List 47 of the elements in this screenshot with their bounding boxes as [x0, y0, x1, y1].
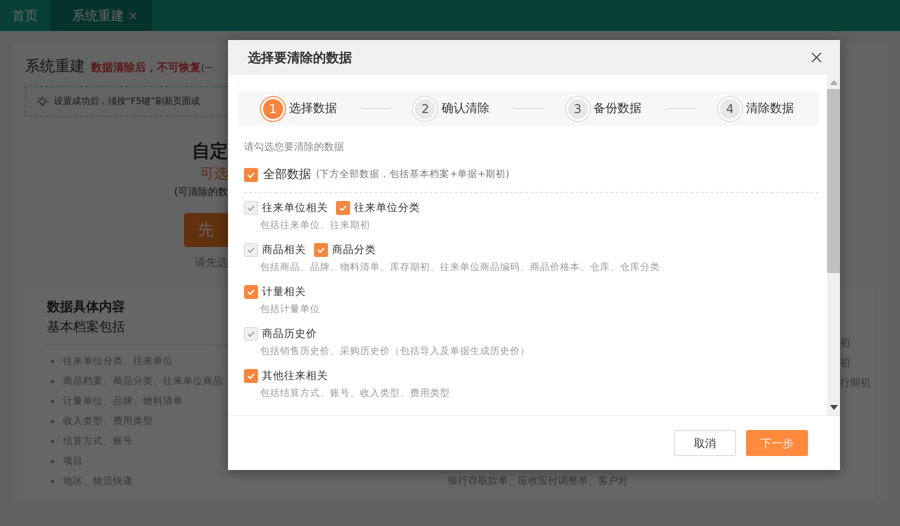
checkbox-label[interactable]: 计量相关	[262, 284, 306, 298]
option-description: 包括销售历史价、采购历史价（包括导入及单据生成历史价）	[259, 345, 531, 359]
checkbox[interactable]	[314, 242, 328, 256]
dialog-title: 选择要清除的数据	[248, 50, 352, 66]
card-subtitle: 可选	[200, 165, 228, 183]
details-title: 数据具体内容	[47, 298, 125, 316]
tip-text: 设置成功后，须按“F5键”刷新页面或	[54, 96, 200, 108]
checkbox-label[interactable]: 全部数据	[263, 166, 311, 183]
checkbox[interactable]	[244, 368, 258, 382]
step-number: 4	[720, 98, 740, 118]
option-description: 包括计量单位	[259, 303, 321, 317]
bullet-icon	[51, 420, 54, 422]
warning-note: (一	[201, 63, 214, 75]
instruction-text: 请勾选您要清除的数据	[244, 140, 345, 154]
cancel-button[interactable]: 取消	[674, 430, 736, 456]
bullet-icon	[51, 360, 54, 362]
step-number: 3	[568, 98, 588, 118]
step-label: 清除数据	[746, 100, 794, 117]
checkbox-label[interactable]: 其他往来相关	[262, 368, 328, 382]
card-title: 自定	[192, 140, 228, 163]
lightbulb-icon	[36, 95, 49, 108]
bullet-icon	[51, 440, 54, 442]
checkbox[interactable]	[244, 284, 258, 298]
option-description: 包括商品、品牌、物料清单、库存期初、往来单位商品编码、商品价格本、仓库、仓库分类	[259, 261, 661, 275]
card-note: (可清除的数	[174, 186, 228, 199]
option-description: 包括往来单位、往来期初	[259, 219, 371, 233]
bullet-icon	[51, 380, 54, 382]
checkbox[interactable]	[336, 200, 350, 214]
bullet-icon	[51, 460, 54, 462]
step-label: 选择数据	[289, 100, 337, 117]
checkbox[interactable]	[244, 168, 258, 182]
checkbox-label[interactable]: 商品分类	[332, 242, 376, 256]
bullet-icon	[51, 400, 54, 402]
option-description: 包括结算方式、账号、收入类型、费用类型	[259, 387, 451, 401]
step-number: 1	[263, 98, 283, 118]
checkbox-label[interactable]: 往来单位分类	[354, 200, 420, 214]
warning-text: 数据清除后，不可恢复	[91, 60, 201, 75]
step-label: 备份数据	[594, 100, 642, 117]
step-label: 确认清除	[441, 100, 490, 117]
scrollbar[interactable]	[827, 75, 840, 415]
arrow-down-icon[interactable]	[830, 405, 838, 411]
arrow-up-icon[interactable]	[830, 79, 838, 85]
option-note: (下方全部数据，包括基本档案+单据+期初)	[316, 168, 510, 181]
step-number: 2	[415, 98, 436, 118]
page-title: 系统重建	[25, 57, 85, 76]
close-icon[interactable]	[811, 52, 822, 63]
bullet-icon	[51, 480, 54, 482]
